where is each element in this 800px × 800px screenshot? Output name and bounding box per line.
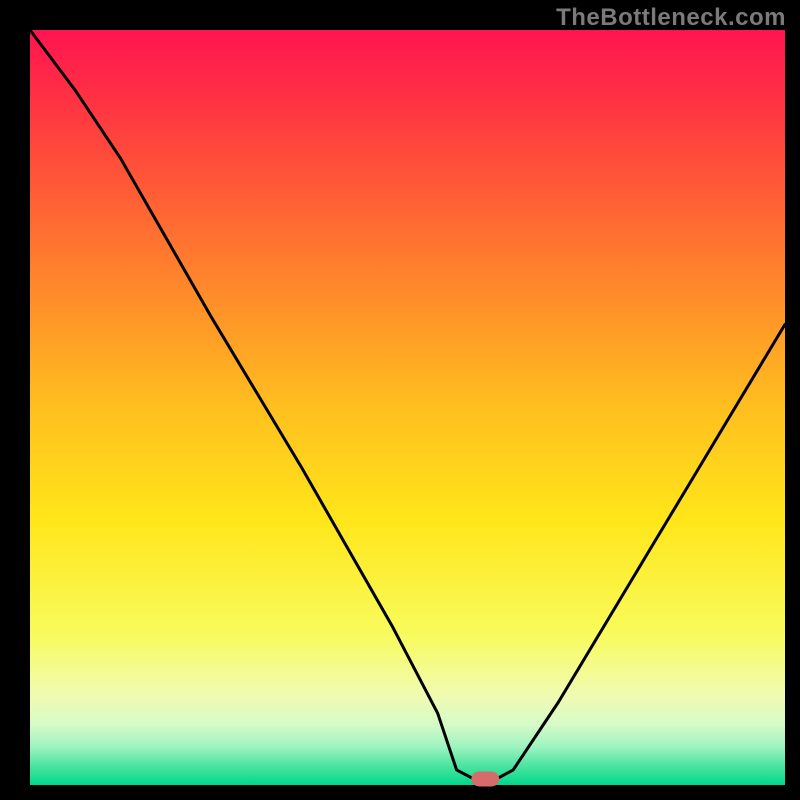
optimal-point-marker <box>471 772 499 787</box>
plot-area <box>30 30 785 785</box>
chart-container: TheBottleneck.com <box>0 0 800 800</box>
chart-svg <box>0 0 800 800</box>
watermark-text: TheBottleneck.com <box>556 4 786 32</box>
